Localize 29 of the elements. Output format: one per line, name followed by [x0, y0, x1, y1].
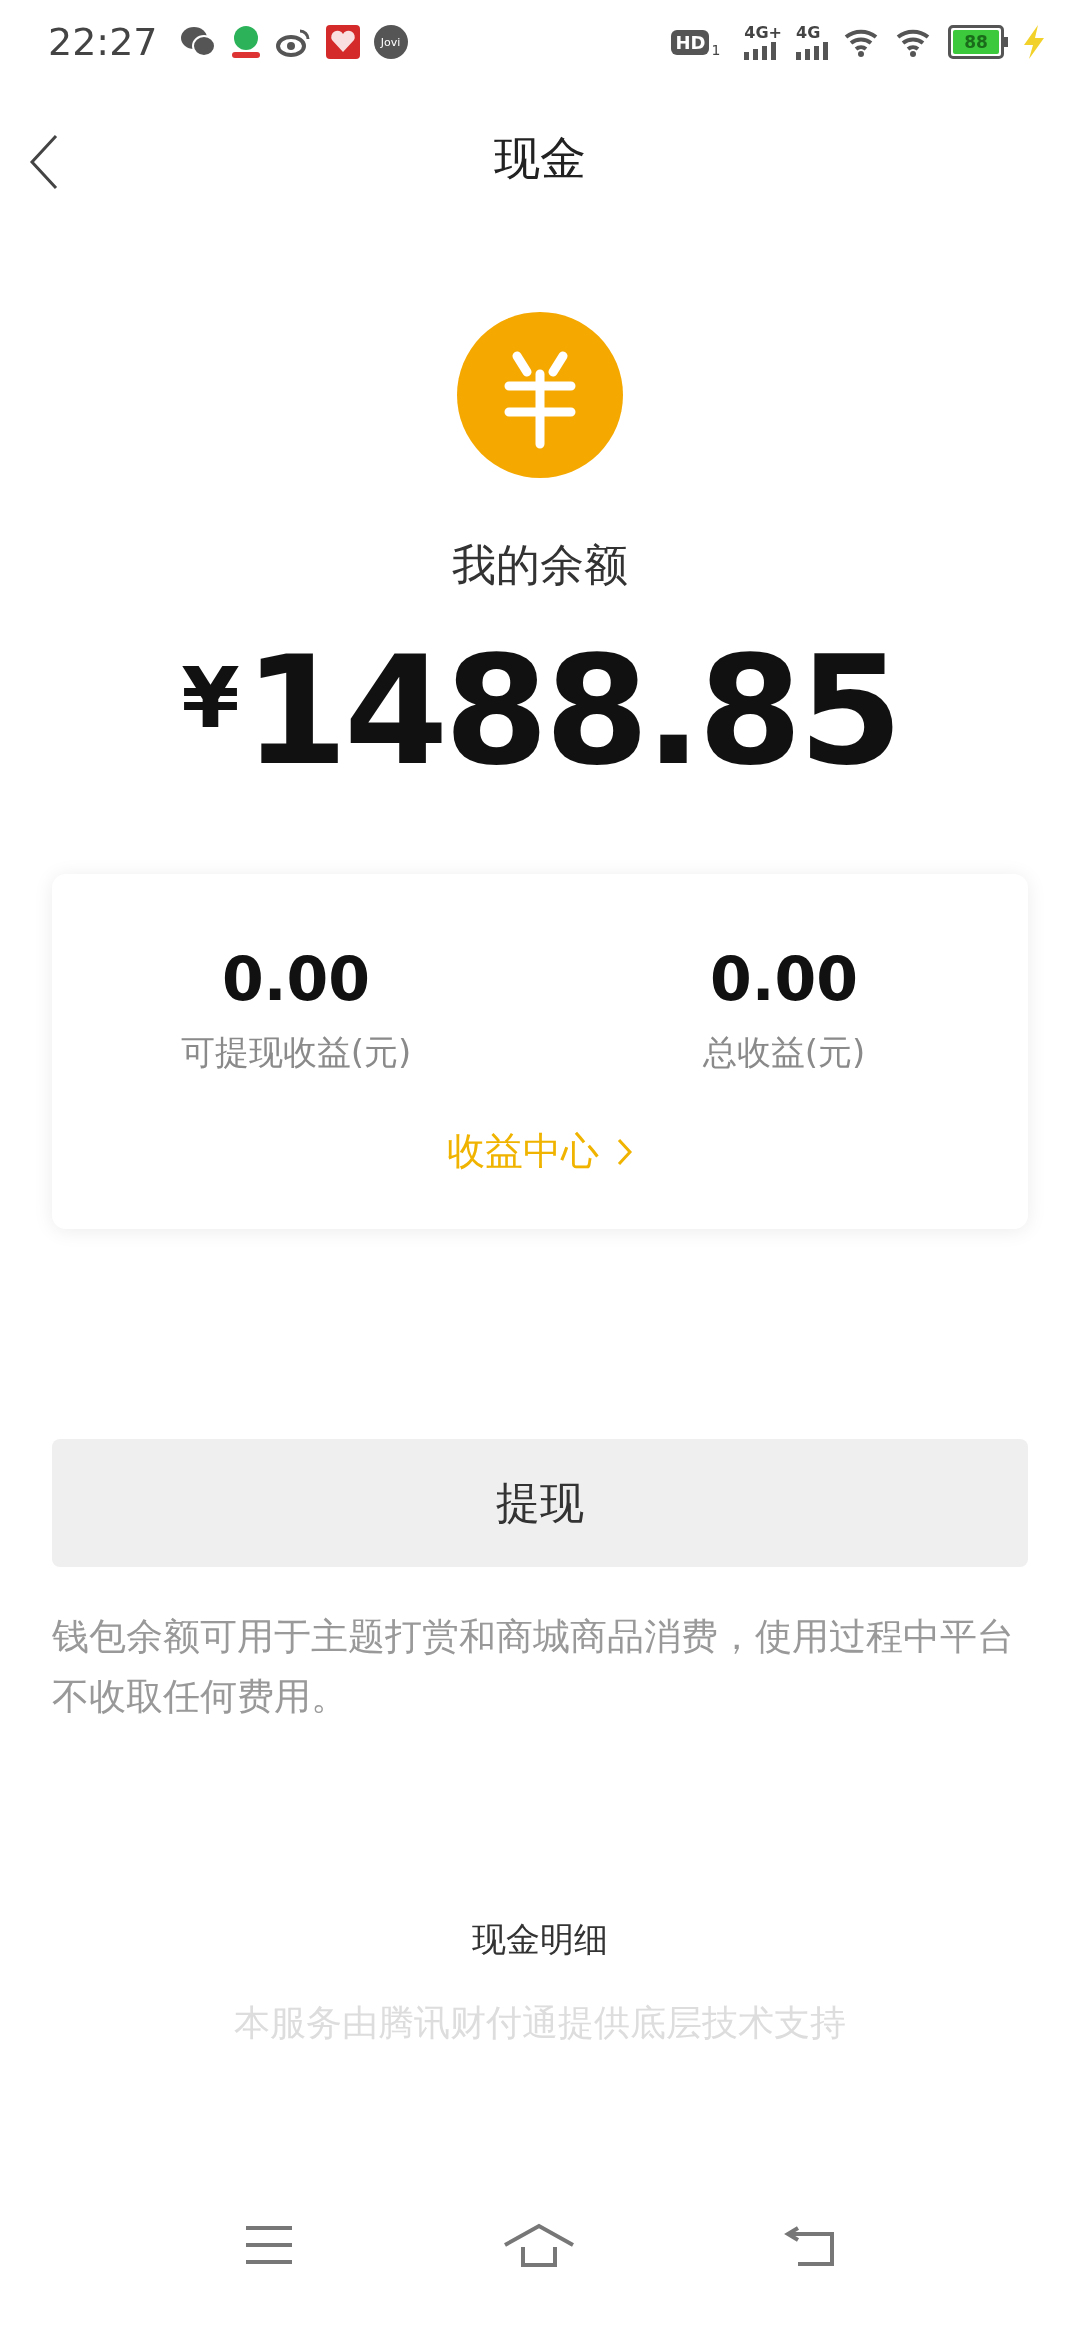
chat-bubbles-icon — [179, 26, 216, 58]
withdraw-button[interactable]: 提现 — [52, 1439, 1028, 1567]
coin-icon — [457, 312, 623, 478]
earnings-value: 0.00 — [221, 944, 370, 1014]
earnings-label: 可提现收益(元) — [180, 1031, 412, 1074]
earnings-label: 总收益(元) — [702, 1031, 866, 1074]
eye-swirl-icon — [275, 27, 312, 57]
signal-bars-icon — [744, 41, 779, 60]
info-text: 钱包余额可用于主题打赏和商城商品消费，使用过程中平台不收取任何费用。 — [52, 1614, 1015, 1720]
app-badge-icon: Jovi — [373, 25, 408, 59]
page-title: 现金 — [494, 130, 586, 187]
currency-symbol: ¥ — [181, 649, 240, 747]
earnings-value: 0.00 — [709, 944, 858, 1014]
clock: 22:27 — [48, 20, 158, 64]
back-icon[interactable] — [783, 2224, 836, 2266]
balance-amount: 1488.85 — [243, 629, 899, 794]
signal-bars-icon — [796, 41, 830, 60]
sim-number: 1 — [711, 42, 721, 58]
chevron-icon — [617, 1137, 633, 1166]
network-label: 4G+ — [744, 24, 782, 41]
menu-icon[interactable] — [244, 2225, 295, 2265]
home-icon[interactable] — [503, 2223, 575, 2267]
lightning-icon — [1022, 25, 1046, 59]
hd-badge: HD — [671, 29, 710, 55]
network-label: 4G — [796, 24, 821, 41]
details-link[interactable]: 现金明细 — [472, 1917, 608, 1963]
heart-app-icon — [325, 25, 360, 59]
back-icon[interactable] — [28, 134, 60, 190]
balance-label: 我的余额 — [451, 538, 629, 592]
